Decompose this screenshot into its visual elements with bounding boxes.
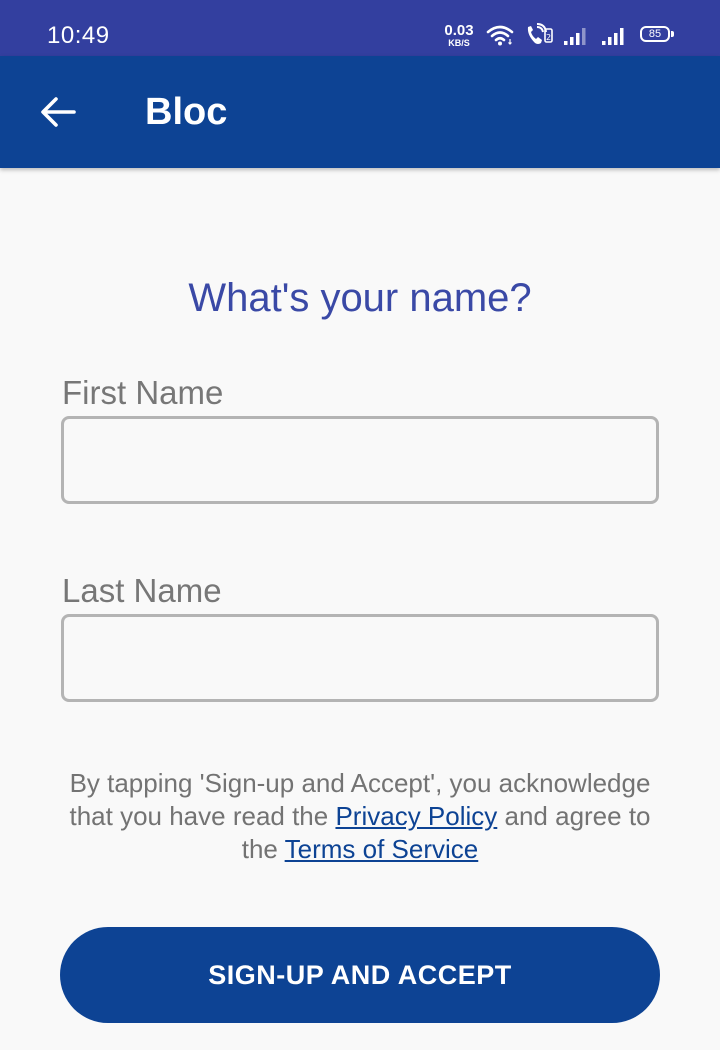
volte-call-icon: 2 [527,23,553,44]
arrow-left-icon [41,97,76,127]
first-name-input[interactable] [61,416,659,504]
sign-up-and-accept-button[interactable]: SIGN-UP AND ACCEPT [60,927,660,1023]
back-button[interactable] [30,84,86,140]
first-name-label: First Name [62,374,224,411]
signal-icon [602,28,624,45]
terms-of-service-link[interactable]: Terms of Service [285,834,479,864]
app-bar: Bloc [0,56,720,168]
network-speed-unit: KB/S [448,38,470,48]
network-speed-value: 0.03 [444,22,474,39]
status-bar: 10:49 0.03 KB/S 2 85 [0,0,720,56]
last-name-label: Last Name [62,572,222,609]
last-name-input[interactable] [61,614,659,702]
app-title: Bloc [145,91,228,133]
svg-text:2: 2 [546,33,551,42]
legal-notice: By tapping 'Sign-up and Accept', you ack… [60,767,660,866]
network-speed: 0.03 KB/S [440,23,478,48]
page-heading: What's your name? [188,276,532,320]
status-time: 10:49 [47,22,110,49]
wifi-icon [486,25,514,46]
privacy-policy-link[interactable]: Privacy Policy [335,801,497,831]
battery-tip [671,31,674,37]
signal-icon [564,28,586,45]
battery-icon: 85 [640,26,670,42]
